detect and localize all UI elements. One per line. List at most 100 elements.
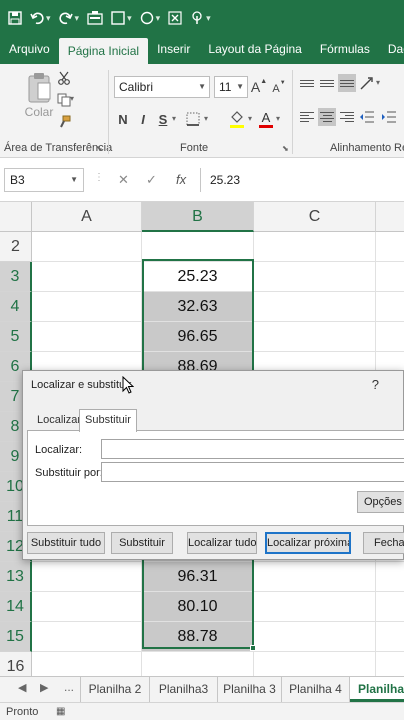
underline-dropdown-icon[interactable]: ▾ (172, 114, 176, 123)
align-top-button[interactable] (298, 74, 316, 92)
paste-label[interactable]: Colar (20, 104, 58, 120)
cell-c[interactable] (254, 232, 376, 262)
sheet-tab-planilha1[interactable]: Planilha1 (350, 677, 404, 702)
row-header[interactable]: 15 (0, 622, 32, 652)
underline-button[interactable]: S (156, 110, 170, 128)
close-button[interactable]: Fechar (363, 532, 404, 554)
decrease-indent-icon[interactable] (358, 108, 376, 126)
format-painter-icon[interactable] (56, 114, 72, 130)
cell-a[interactable] (32, 262, 142, 292)
next-sheet-icon[interactable]: ▶ (40, 681, 48, 694)
replace-input[interactable] (101, 462, 404, 482)
replace-button[interactable]: Substituir (111, 532, 173, 554)
align-middle-button[interactable] (318, 74, 336, 92)
cell-d[interactable] (376, 262, 404, 292)
cell-d[interactable] (376, 622, 404, 652)
enter-icon[interactable]: ✓ (146, 172, 157, 188)
more-sheets-button[interactable]: ... (64, 680, 74, 694)
font-color-dropdown-icon[interactable]: ▾ (276, 114, 280, 123)
cancel-icon[interactable]: ✕ (118, 172, 129, 188)
dialog-tab-substituir[interactable]: Substituir (79, 409, 137, 432)
tab-layout-da-pagina[interactable]: Layout da Página (199, 36, 310, 64)
cell-b[interactable] (142, 232, 254, 262)
row-header[interactable]: 14 (0, 592, 32, 622)
orientation-dropdown-icon[interactable]: ▾ (376, 78, 380, 87)
fill-color-dropdown-icon[interactable]: ▾ (248, 114, 252, 123)
circle-icon[interactable] (140, 8, 154, 28)
cell-d[interactable] (376, 232, 404, 262)
cut-icon[interactable] (56, 70, 72, 86)
redo-dropdown-icon[interactable]: ▾ (75, 13, 80, 24)
borders-dropdown-icon[interactable]: ▾ (204, 114, 208, 123)
column-header-a[interactable]: A (32, 202, 142, 232)
cell-a[interactable] (32, 232, 142, 262)
find-next-button[interactable]: Localizar próxima (265, 532, 351, 554)
align-bottom-button[interactable] (338, 74, 356, 92)
tab-dados[interactable]: Dados (379, 36, 404, 64)
save-icon[interactable] (8, 8, 22, 28)
cell-d[interactable] (376, 292, 404, 322)
options-button[interactable]: Opções > (357, 491, 404, 513)
cell-b[interactable]: 32.63 (142, 292, 254, 322)
select-all-corner[interactable] (0, 202, 32, 232)
orientation-icon[interactable] (358, 74, 376, 92)
sheet-tab-planilha-3[interactable]: Planilha 3 (218, 677, 282, 702)
tab-inserir[interactable]: Inserir (148, 36, 199, 64)
cell-c[interactable] (254, 562, 376, 592)
sheet-tab-planilha-2[interactable]: Planilha 2 (80, 677, 150, 702)
sheet-tab-planilha3[interactable]: Planilha3 (150, 677, 218, 702)
font-color-icon[interactable]: A (258, 108, 274, 130)
cell-c[interactable] (254, 292, 376, 322)
tab-formulas[interactable]: Fórmulas (311, 36, 379, 64)
font-name-select[interactable]: Calibri ▼ (114, 76, 210, 98)
increase-indent-icon[interactable] (380, 108, 398, 126)
replace-all-button[interactable]: Substituir tudo (27, 532, 105, 554)
previous-sheet-icon[interactable]: ◀ (18, 681, 26, 694)
cell-c[interactable] (254, 262, 376, 292)
cell-d[interactable] (376, 562, 404, 592)
clear-format-icon[interactable] (168, 8, 182, 28)
find-input[interactable] (101, 439, 404, 459)
cell-c[interactable] (254, 592, 376, 622)
more-options-icon[interactable]: ⋮ (94, 172, 104, 183)
row-header[interactable]: 5 (0, 322, 32, 352)
row-header[interactable]: 13 (0, 562, 32, 592)
help-icon[interactable]: ? (372, 377, 379, 392)
redo-icon[interactable] (58, 8, 73, 28)
touch-mode-icon[interactable] (190, 8, 204, 28)
sheet-tab-planilha-4[interactable]: Planilha 4 (282, 677, 350, 702)
checkbox-dropdown-icon[interactable]: ▾ (127, 13, 132, 24)
align-right-button[interactable] (338, 108, 356, 126)
undo-dropdown-icon[interactable]: ▾ (46, 13, 51, 24)
undo-icon[interactable] (30, 8, 44, 28)
formula-input[interactable]: 25.23 (200, 168, 404, 192)
insert-function-icon[interactable]: fx (176, 172, 186, 187)
cell-c[interactable] (254, 622, 376, 652)
cell-d[interactable] (376, 592, 404, 622)
align-center-button[interactable] (318, 108, 336, 126)
cell-a[interactable] (32, 322, 142, 352)
macro-record-icon[interactable]: ▦ (56, 706, 65, 717)
row-header[interactable]: 4 (0, 292, 32, 322)
checkbox-icon[interactable] (111, 8, 125, 28)
italic-button[interactable]: I (136, 110, 150, 128)
font-launcher-icon[interactable]: ⬊ (282, 144, 289, 153)
cell-d[interactable] (376, 322, 404, 352)
form-icon[interactable] (87, 8, 103, 28)
cell-a[interactable] (32, 562, 142, 592)
row-header[interactable]: 2 (0, 232, 32, 262)
row-header[interactable]: 3 (0, 262, 32, 292)
bold-button[interactable]: N (116, 110, 130, 128)
column-header-d[interactable] (376, 202, 404, 232)
shrink-font-button[interactable]: A ▼ (272, 80, 286, 98)
cell-b[interactable]: 88.78 (142, 622, 254, 652)
cell-b[interactable]: 80.10 (142, 592, 254, 622)
cell-b[interactable]: 96.31 (142, 562, 254, 592)
borders-icon[interactable] (184, 110, 202, 128)
cell-a[interactable] (32, 292, 142, 322)
name-box[interactable]: B3 ▼ (4, 168, 84, 192)
clipboard-launcher-icon[interactable]: ⬊ (96, 144, 103, 153)
column-header-c[interactable]: C (254, 202, 376, 232)
cell-a[interactable] (32, 622, 142, 652)
column-header-b[interactable]: B (142, 202, 254, 232)
